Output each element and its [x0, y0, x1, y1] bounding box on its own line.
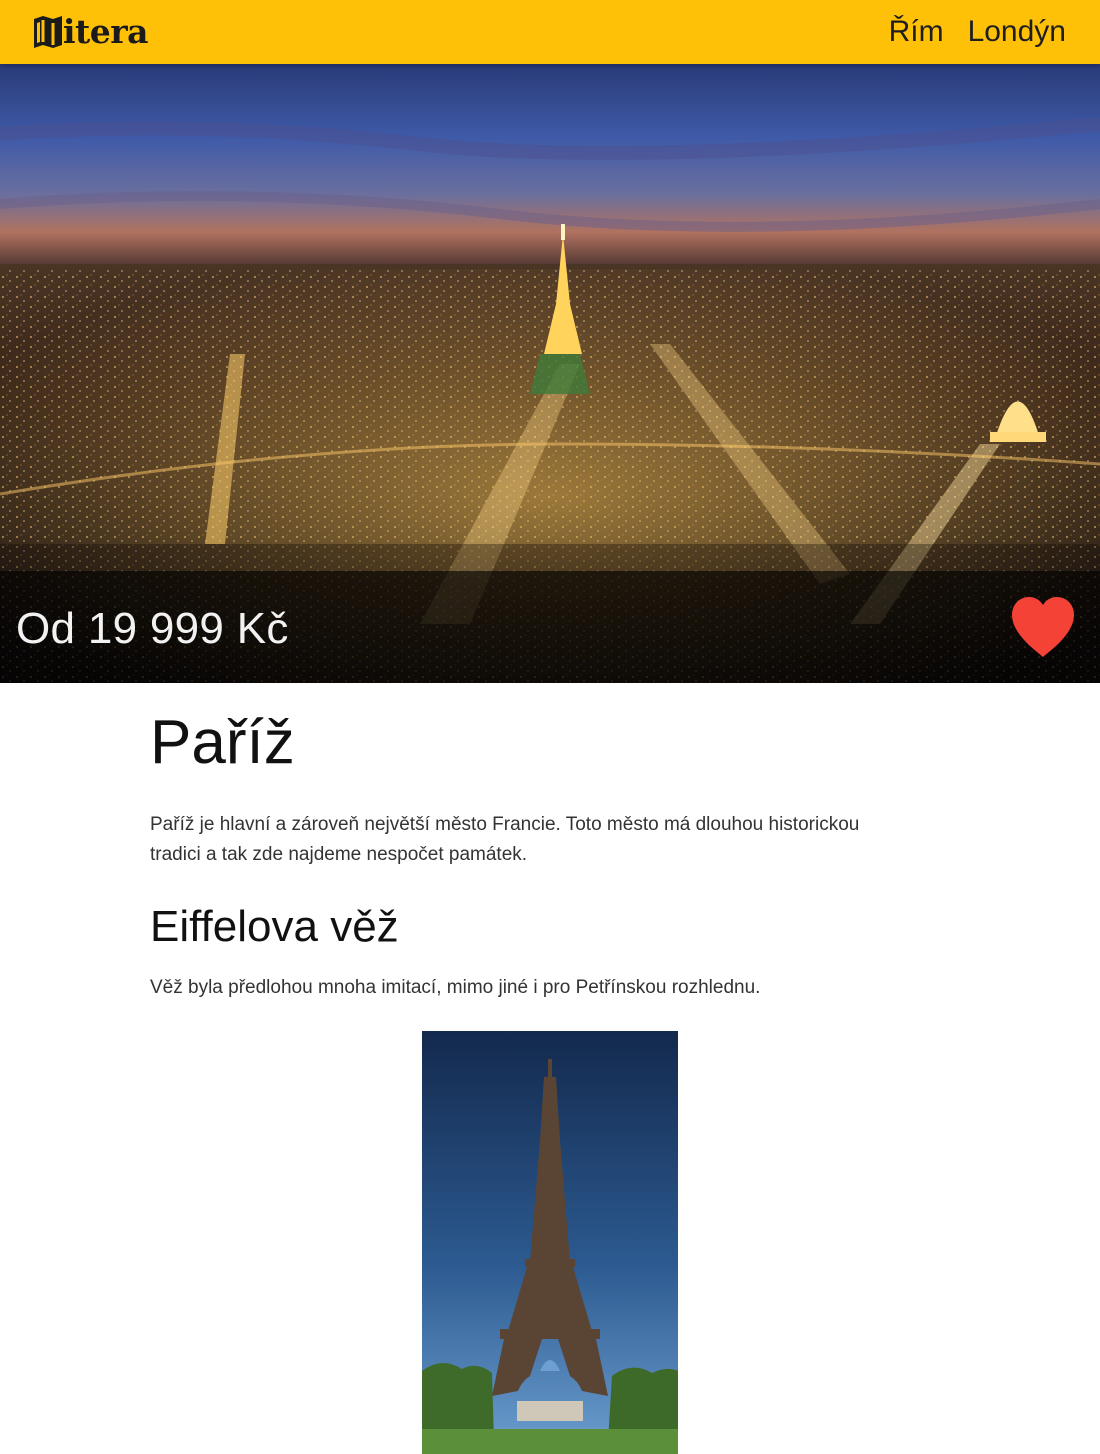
intro-paragraph: Paříž je hlavní a zároveň největší město…	[150, 814, 860, 865]
section-title: Eiffelova věž	[150, 902, 399, 951]
top-navigation-bar: itera Řím Londýn	[0, 0, 1100, 64]
main-nav: Řím Londýn	[889, 0, 1066, 64]
map-icon	[34, 16, 62, 48]
nav-link-rim[interactable]: Řím	[889, 0, 944, 64]
logo-link[interactable]: itera	[32, 12, 149, 51]
section-paragraph: Věž byla předlohou mnoha imitací, mimo j…	[150, 977, 761, 998]
nav-link-londyn[interactable]: Londýn	[968, 0, 1066, 64]
main-content: Paříž Paříž je hlavní a zároveň největší…	[150, 683, 950, 1003]
price-label: Od 19 999 Kč	[16, 604, 289, 653]
price-bar: Od 19 999 Kč	[0, 571, 1100, 683]
heart-icon	[1012, 597, 1074, 657]
eiffel-tower-photo	[422, 1031, 678, 1454]
page: itera Řím Londýn Od 19 999 Kč Paříž Paří…	[0, 0, 1100, 1454]
logo-text: itera	[63, 12, 149, 51]
page-title: Paříž	[150, 708, 295, 777]
favorite-button[interactable]	[1010, 595, 1076, 659]
hero-banner: Od 19 999 Kč	[0, 64, 1100, 683]
